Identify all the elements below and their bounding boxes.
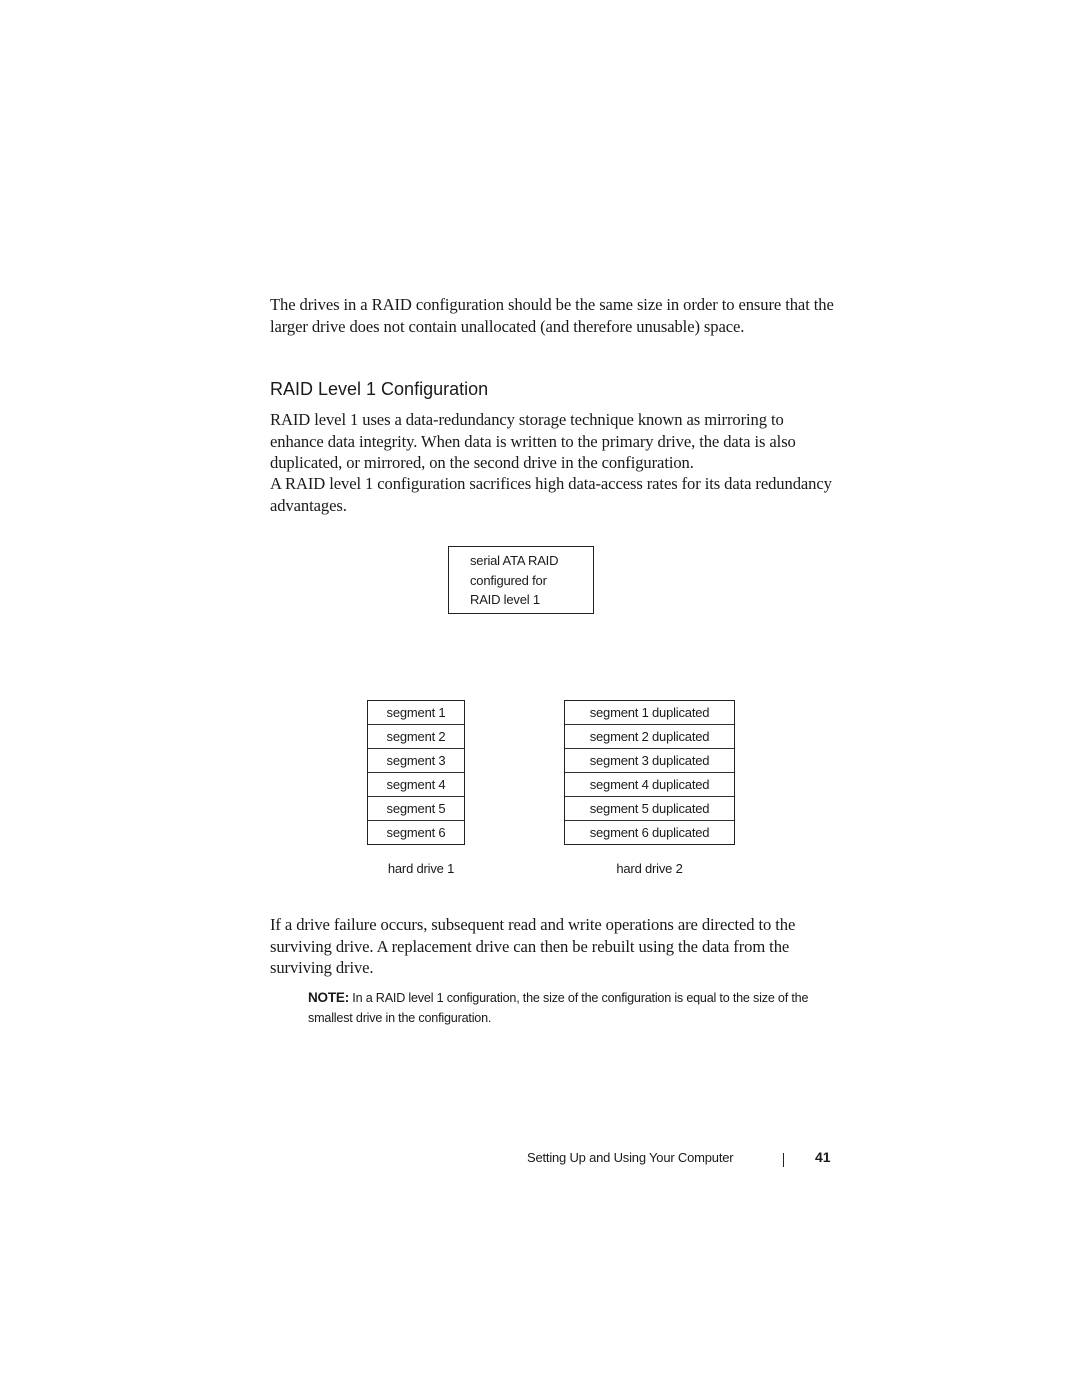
footer-divider	[783, 1153, 784, 1167]
section-paragraph-1: RAID level 1 uses a data-redundancy stor…	[270, 410, 796, 472]
section-paragraph-2: A RAID level 1 configuration sacrifices …	[270, 474, 832, 515]
segment-cell: segment 2	[368, 725, 464, 749]
segment-cell: segment 4	[368, 773, 464, 797]
section-heading: RAID Level 1 Configuration	[270, 379, 489, 399]
controller-line: serial ATA RAID	[470, 553, 559, 568]
hard-drive-1-label: hard drive 1	[387, 861, 455, 876]
raid-controller-box: serial ATA RAID configured for RAID leve…	[448, 546, 594, 614]
segment-cell: segment 6 duplicated	[589, 825, 710, 840]
note-label: NOTE:	[308, 990, 349, 1005]
note-text: In a RAID level 1 configuration, the siz…	[308, 991, 809, 1025]
failure-paragraph: If a drive failure occurs, subsequent re…	[270, 915, 796, 977]
controller-line: RAID level 1	[470, 592, 540, 607]
note-block: NOTE: In a RAID level 1 configuration, t…	[308, 988, 838, 1028]
segment-cell: segment 6	[386, 825, 446, 840]
hard-drive-1: segment 1 segment 2 segment 3 segment 4 …	[367, 700, 465, 845]
controller-line: configured for	[470, 572, 547, 588]
intro-paragraph: The drives in a RAID configuration shoul…	[270, 295, 834, 336]
segment-cell: segment 5 duplicated	[565, 797, 734, 821]
segment-cell: segment 3 duplicated	[565, 749, 734, 773]
segment-cell: segment 2 duplicated	[565, 725, 734, 749]
hard-drive-2-label: hard drive 2	[616, 861, 683, 876]
hard-drive-2: segment 1 duplicated segment 2 duplicate…	[564, 700, 735, 845]
page-number: 41	[815, 1149, 831, 1165]
segment-cell: segment 5	[368, 797, 464, 821]
segment-cell: segment 1	[368, 701, 464, 725]
segment-cell: segment 4 duplicated	[565, 773, 734, 797]
footer-section-title: Setting Up and Using Your Computer	[527, 1150, 734, 1165]
segment-cell: segment 3	[368, 749, 464, 773]
segment-cell: segment 1 duplicated	[565, 701, 734, 725]
